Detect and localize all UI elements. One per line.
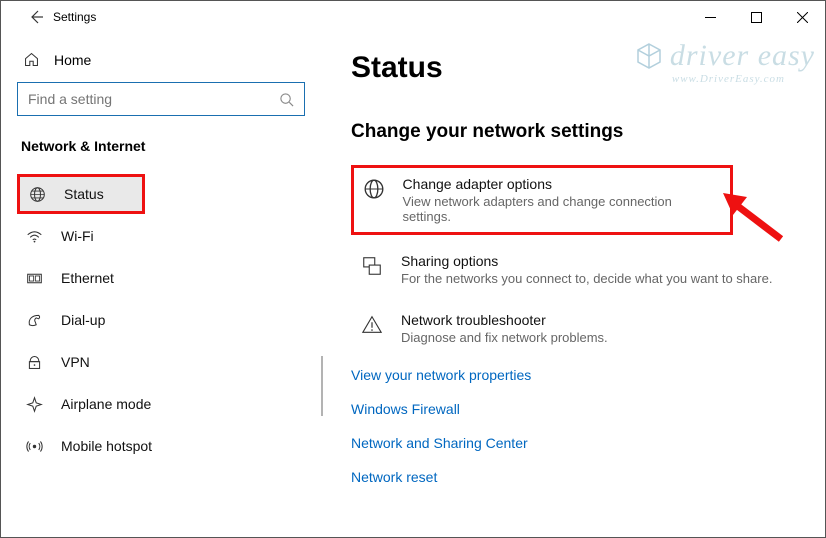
sidebar-category: Network & Internet [21, 138, 305, 154]
sidebar-item-label: Airplane mode [61, 396, 151, 412]
option-desc: Diagnose and fix network problems. [401, 330, 608, 345]
warning-icon [359, 312, 385, 345]
watermark: driver easy www.DriverEasy.com [634, 39, 815, 85]
link-network-reset[interactable]: Network reset [351, 469, 795, 485]
sidebar-item-label: VPN [61, 354, 90, 370]
ethernet-icon [25, 270, 43, 287]
option-title: Change adapter options [403, 176, 706, 192]
home-label: Home [54, 52, 91, 68]
sidebar-item-status[interactable]: Status [17, 174, 145, 214]
globe-icon [362, 176, 387, 224]
wifi-icon [25, 228, 43, 245]
sidebar-item-ethernet[interactable]: Ethernet [17, 258, 305, 298]
maximize-icon [751, 12, 762, 23]
minimize-icon [705, 12, 716, 23]
annotation-arrow [723, 193, 783, 243]
section-heading: Change your network settings [351, 121, 795, 143]
close-button[interactable] [779, 1, 825, 33]
search-input[interactable] [17, 82, 305, 116]
link-network-sharing-center[interactable]: Network and Sharing Center [351, 435, 795, 451]
close-icon [797, 12, 808, 23]
sidebar-item-airplane[interactable]: Airplane mode [17, 384, 305, 424]
sidebar-item-wifi[interactable]: Wi-Fi [17, 216, 305, 256]
option-desc: View network adapters and change connect… [403, 194, 706, 224]
link-windows-firewall[interactable]: Windows Firewall [351, 401, 795, 417]
arrow-left-icon [28, 9, 44, 25]
sidebar-item-vpn[interactable]: VPN [17, 342, 305, 382]
scrollbar-indicator[interactable] [321, 356, 323, 416]
vpn-icon [25, 354, 43, 371]
home-icon [23, 51, 40, 68]
option-title: Sharing options [401, 253, 772, 269]
sidebar-item-home[interactable]: Home [17, 43, 305, 82]
link-view-properties[interactable]: View your network properties [351, 367, 795, 383]
sidebar-item-label: Mobile hotspot [61, 438, 152, 454]
window-title: Settings [53, 10, 96, 24]
sidebar-item-dialup[interactable]: Dial-up [17, 300, 305, 340]
option-change-adapter[interactable]: Change adapter options View network adap… [351, 165, 733, 235]
search-icon [279, 92, 294, 107]
sidebar-item-label: Dial-up [61, 312, 105, 328]
maximize-button[interactable] [733, 1, 779, 33]
sidebar-item-label: Wi-Fi [61, 228, 94, 244]
minimize-button[interactable] [687, 1, 733, 33]
option-sharing[interactable]: Sharing options For the networks you con… [351, 245, 795, 294]
option-troubleshooter[interactable]: Network troubleshooter Diagnose and fix … [351, 304, 795, 353]
airplane-icon [25, 396, 43, 413]
search-field[interactable] [28, 91, 279, 107]
sidebar-item-label: Status [64, 186, 104, 202]
globe-icon [28, 186, 46, 203]
sharing-icon [359, 253, 385, 286]
dialup-icon [25, 312, 43, 329]
hotspot-icon [25, 438, 43, 455]
option-title: Network troubleshooter [401, 312, 608, 328]
sidebar-item-label: Ethernet [61, 270, 114, 286]
option-desc: For the networks you connect to, decide … [401, 271, 772, 286]
back-button[interactable] [19, 9, 53, 25]
cube-icon [634, 41, 664, 71]
sidebar-item-hotspot[interactable]: Mobile hotspot [17, 426, 305, 466]
